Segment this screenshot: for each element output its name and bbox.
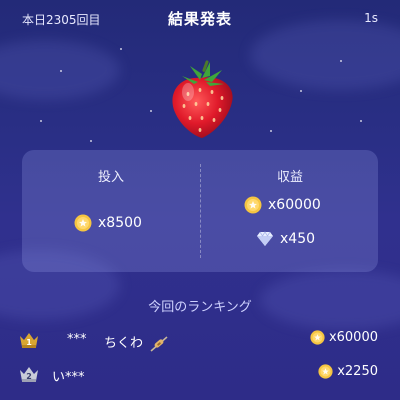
ranking-title: 今回のランキング — [148, 300, 252, 315]
page-title: 結果発表 — [167, 10, 232, 28]
gold-crown-rank-icon: 1 — [20, 333, 38, 348]
strawberry-icon — [172, 60, 233, 138]
bet-heading: 投入 — [97, 170, 124, 185]
result-screen: 本日2305回目 結果発表 1s 投入 x8500 収益 x60000 x450… — [0, 0, 400, 400]
player-name-prefix: *** — [67, 332, 87, 347]
player-name: い*** — [52, 370, 85, 385]
bet-amount: x8500 — [98, 215, 142, 231]
chikuwa-skewer-icon — [150, 335, 168, 352]
player-name: ちくわ — [104, 332, 169, 353]
earnings-heading: 収益 — [276, 170, 303, 185]
silver-crown-rank-icon: 2 — [20, 367, 38, 382]
rank-amount: x2250 — [318, 364, 378, 379]
summary-card: 投入 x8500 収益 x60000 x450 — [22, 150, 378, 272]
coin-icon — [74, 214, 92, 232]
coin-icon — [244, 196, 262, 214]
rank-number: 2 — [26, 372, 32, 381]
rank-amount-value: x60000 — [328, 330, 378, 345]
rank-amount: x60000 — [310, 330, 378, 345]
earnings-diamonds: x450 — [280, 231, 316, 247]
header: 本日2305回目 結果発表 1s — [0, 0, 400, 40]
ranking-row: 2 い*** x2250 — [0, 360, 400, 390]
earnings-coins: x60000 — [268, 197, 321, 213]
rank-amount-value: x2250 — [337, 364, 378, 379]
rank-number: 1 — [26, 338, 32, 347]
earnings-coins-row: x60000 — [244, 196, 321, 214]
card-divider — [200, 164, 202, 258]
diamond-icon — [257, 231, 273, 246]
bet-amount-row: x8500 — [74, 214, 142, 232]
countdown-timer: 1s — [364, 11, 378, 25]
ranking-row: 1 *** ちくわ x60000 — [0, 326, 400, 356]
coin-icon — [310, 330, 325, 345]
player-name-text: ちくわ — [104, 336, 144, 351]
earnings-diamonds-row: x450 — [256, 231, 315, 247]
coin-icon — [318, 364, 333, 379]
